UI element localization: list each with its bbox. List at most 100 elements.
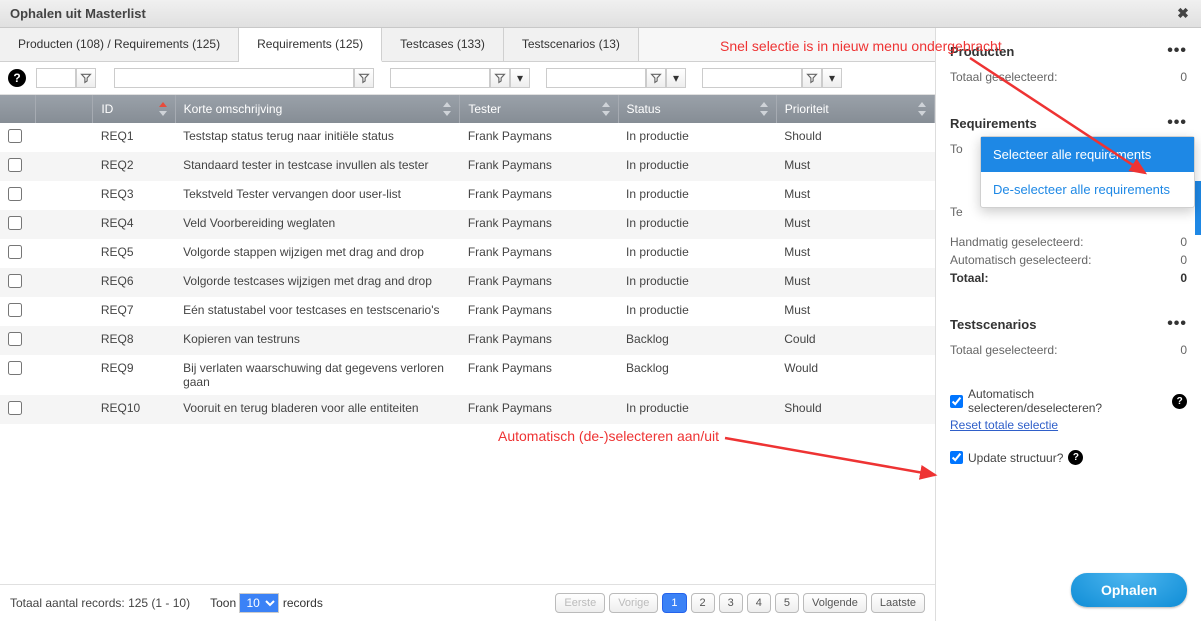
cell-id: REQ4 <box>93 210 175 239</box>
filter-tester-btn[interactable] <box>490 68 510 88</box>
cell-tester: Frank Paymans <box>460 326 618 355</box>
cell-pri: Must <box>776 239 934 268</box>
cell-pri: Must <box>776 268 934 297</box>
pager-page-5[interactable]: 5 <box>775 593 799 613</box>
req-auto-label: Automatisch geselecteerd: <box>950 253 1091 267</box>
help-icon[interactable]: ? <box>8 69 26 87</box>
col-status-label: Status <box>627 102 661 116</box>
cell-tester: Frank Paymans <box>460 210 618 239</box>
total-records: Totaal aantal records: 125 (1 - 10) <box>10 596 190 610</box>
filter-desc-btn[interactable] <box>354 68 374 88</box>
row-checkbox[interactable] <box>8 361 22 375</box>
tab-requirements[interactable]: Requirements (125) <box>239 28 382 62</box>
section-requirements: Requirements ••• To Te Selecteer alle re… <box>950 114 1187 287</box>
cell-id: REQ1 <box>93 123 175 152</box>
row-checkbox[interactable] <box>8 303 22 317</box>
cell-tester: Frank Paymans <box>460 181 618 210</box>
row-checkbox[interactable] <box>8 274 22 288</box>
col-tester[interactable]: Tester <box>460 95 618 123</box>
row-checkbox[interactable] <box>8 216 22 230</box>
cell-id: REQ8 <box>93 326 175 355</box>
filter-pri-btn[interactable] <box>802 68 822 88</box>
col-pri[interactable]: Prioriteit <box>776 95 934 123</box>
auto-select-checkbox[interactable] <box>950 395 963 408</box>
row-checkbox[interactable] <box>8 129 22 143</box>
pager-first[interactable]: Eerste <box>555 593 605 613</box>
cell-status: In productie <box>618 210 776 239</box>
update-structure-label: Update structuur? <box>968 451 1063 465</box>
cell-desc: Eén statustabel voor testcases en testsc… <box>175 297 460 326</box>
requirements-menu-icon[interactable]: ••• <box>1167 114 1187 132</box>
cell-desc: Kopieren van testruns <box>175 326 460 355</box>
pager-page-1[interactable]: 1 <box>662 593 686 613</box>
cell-id: REQ3 <box>93 181 175 210</box>
row-checkbox[interactable] <box>8 158 22 172</box>
section-testscenarios: Testscenarios ••• Totaal geselecteerd: 0 <box>950 315 1187 359</box>
ophalen-button[interactable]: Ophalen <box>1071 573 1187 607</box>
pager-page-4[interactable]: 4 <box>747 593 771 613</box>
col-desc-label: Korte omschrijving <box>184 102 283 116</box>
show-post: records <box>283 596 323 610</box>
cell-desc: Teststap status terug naar initiële stat… <box>175 123 460 152</box>
req-trunc2: Te <box>950 205 963 219</box>
dialog-titlebar: Ophalen uit Masterlist ✖ <box>0 0 1201 28</box>
pager-page-2[interactable]: 2 <box>691 593 715 613</box>
testscenarios-menu-icon[interactable]: ••• <box>1167 315 1187 333</box>
filter-tester[interactable] <box>390 68 490 88</box>
cell-desc: Bij verlaten waarschuwing dat gegevens v… <box>175 355 460 395</box>
pager-last[interactable]: Laatste <box>871 593 925 613</box>
page-size-select[interactable]: 10 <box>239 593 279 613</box>
cell-desc: Vooruit en terug bladeren voor alle enti… <box>175 395 460 424</box>
filter-status-btn[interactable] <box>646 68 666 88</box>
cell-pri: Must <box>776 181 934 210</box>
filter-status[interactable] <box>546 68 646 88</box>
pager-next[interactable]: Volgende <box>803 593 867 613</box>
requirements-title: Requirements <box>950 116 1037 131</box>
cell-id: REQ6 <box>93 268 175 297</box>
close-icon[interactable]: ✖ <box>1175 6 1191 22</box>
filter-status-dd[interactable]: ▾ <box>666 68 686 88</box>
filter-pri[interactable] <box>702 68 802 88</box>
cell-status: In productie <box>618 123 776 152</box>
producten-menu-icon[interactable]: ••• <box>1167 42 1187 60</box>
filter-desc[interactable] <box>114 68 354 88</box>
update-structure-checkbox[interactable] <box>950 451 963 464</box>
col-status[interactable]: Status <box>618 95 776 123</box>
cell-pri: Should <box>776 395 934 424</box>
col-tester-label: Tester <box>468 102 501 116</box>
filter-pri-dd[interactable]: ▾ <box>822 68 842 88</box>
col-id[interactable]: ID <box>93 95 175 123</box>
table-row: REQ8Kopieren van testrunsFrank PaymansBa… <box>0 326 935 355</box>
cell-id: REQ9 <box>93 355 175 395</box>
filter-id[interactable] <box>36 68 76 88</box>
tab-testcases[interactable]: Testcases (133) <box>382 28 504 61</box>
table-row: REQ4Veld Voorbereiding weglatenFrank Pay… <box>0 210 935 239</box>
menu-select-all-requirements[interactable]: Selecteer alle requirements <box>981 137 1194 172</box>
auto-select-help-icon[interactable]: ? <box>1172 394 1187 409</box>
page-size: Toon 10 records <box>210 593 323 613</box>
tab-testscenarios[interactable]: Testscenarios (13) <box>504 28 639 61</box>
pager-prev[interactable]: Vorige <box>609 593 658 613</box>
table-row: REQ1Teststap status terug naar initiële … <box>0 123 935 152</box>
filter-tester-dd[interactable]: ▾ <box>510 68 530 88</box>
update-structure-help-icon[interactable]: ? <box>1068 450 1083 465</box>
cell-tester: Frank Paymans <box>460 123 618 152</box>
pager-page-3[interactable]: 3 <box>719 593 743 613</box>
producten-selected-value: 0 <box>1180 70 1187 84</box>
filter-id-btn[interactable] <box>76 68 96 88</box>
row-checkbox[interactable] <box>8 187 22 201</box>
row-checkbox[interactable] <box>8 245 22 259</box>
col-desc[interactable]: Korte omschrijving <box>175 95 460 123</box>
col-pri-label: Prioriteit <box>785 102 829 116</box>
tab-bar: Producten (108) / Requirements (125) Req… <box>0 28 935 62</box>
producten-title: Producten <box>950 44 1014 59</box>
cell-desc: Standaard tester in testcase invullen al… <box>175 152 460 181</box>
section-producten: Producten ••• Totaal geselecteerd: 0 <box>950 42 1187 86</box>
menu-deselect-all-requirements[interactable]: De-selecteer alle requirements <box>981 172 1194 207</box>
cell-tester: Frank Paymans <box>460 297 618 326</box>
active-section-indicator <box>1195 181 1201 235</box>
reset-selection-link[interactable]: Reset totale selectie <box>950 418 1058 432</box>
row-checkbox[interactable] <box>8 401 22 415</box>
tab-producten[interactable]: Producten (108) / Requirements (125) <box>0 28 239 61</box>
row-checkbox[interactable] <box>8 332 22 346</box>
